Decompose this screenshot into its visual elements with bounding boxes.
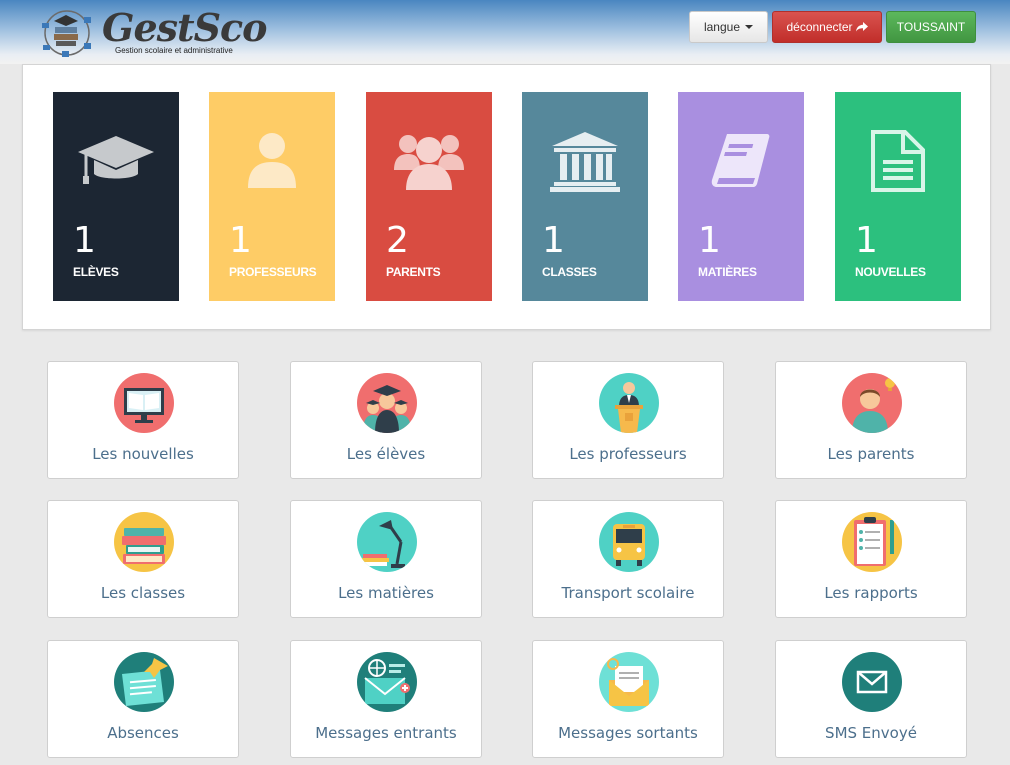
- stat-label: PARENTS: [386, 265, 441, 279]
- stat-card-classes[interactable]: 1 CLASSES: [522, 92, 648, 301]
- tile-label: Les professeurs: [569, 445, 687, 463]
- tile-label: Les élèves: [346, 445, 426, 463]
- monitor-news-icon: [114, 373, 174, 433]
- stat-label: NOUVELLES: [855, 265, 926, 279]
- tile-label: Messages sortants: [558, 724, 698, 742]
- school-bus-icon: [599, 512, 659, 572]
- desk-lamp-icon: [357, 512, 417, 572]
- tile-label: Les parents: [827, 445, 915, 463]
- outbox-mail-icon: [599, 652, 659, 712]
- institution-icon: [550, 132, 620, 192]
- logout-button[interactable]: déconnecter: [772, 11, 882, 43]
- tile-messages-sortants[interactable]: Messages sortants: [532, 640, 724, 758]
- tile-label: Messages entrants: [315, 724, 457, 742]
- logo-title: GestSco: [102, 5, 268, 50]
- user-icon: [248, 133, 296, 188]
- teacher-icon: [599, 373, 659, 433]
- logo-emblem-icon: [42, 10, 91, 57]
- caret-down-icon: [745, 25, 754, 29]
- stat-label: ELÈVES: [73, 265, 119, 279]
- tile-label: Les classes: [100, 584, 186, 602]
- logo-subtitle: Gestion scolaire et administrative: [115, 46, 233, 55]
- tile-label: Transport scolaire: [561, 584, 695, 602]
- tile-les-nouvelles[interactable]: Les nouvelles: [47, 361, 239, 479]
- tile-transport-scolaire[interactable]: Transport scolaire: [532, 500, 724, 618]
- stat-label: MATIÈRES: [698, 265, 757, 279]
- tile-label: Absences: [107, 724, 179, 742]
- tile-absences[interactable]: Absences: [47, 640, 239, 758]
- document-icon: [871, 130, 925, 192]
- tile-label: Les nouvelles: [92, 445, 194, 463]
- logout-label: déconnecter: [786, 20, 853, 34]
- language-dropdown-button[interactable]: langue: [689, 11, 768, 43]
- stat-card-parents[interactable]: 2 PARENTS: [366, 92, 492, 301]
- sms-envelope-icon: [842, 652, 902, 712]
- tile-label: SMS Envoyé: [825, 724, 917, 742]
- stat-value: 1: [698, 220, 721, 261]
- share-arrow-icon: [855, 22, 868, 32]
- inbox-mail-icon: [357, 652, 417, 712]
- clipboard-icon: [842, 512, 902, 572]
- tile-messages-entrants[interactable]: Messages entrants: [290, 640, 482, 758]
- book-icon: [711, 134, 770, 187]
- stat-value: 1: [855, 220, 878, 261]
- parent-icon: [842, 373, 902, 433]
- stat-value: 2: [386, 220, 409, 261]
- stat-card-professeurs[interactable]: 1 PROFESSEURS: [209, 92, 335, 301]
- tile-label: Les rapports: [824, 584, 918, 602]
- tile-les-matieres[interactable]: Les matières: [290, 500, 482, 618]
- stat-label: CLASSES: [542, 265, 597, 279]
- students-icon: [357, 373, 417, 433]
- stat-card-nouvelles[interactable]: 1 NOUVELLES: [835, 92, 961, 301]
- tile-les-eleves[interactable]: Les élèves: [290, 361, 482, 479]
- users-icon: [394, 135, 464, 190]
- graduation-cap-icon: [78, 136, 154, 184]
- books-icon: [114, 512, 174, 572]
- stat-value: 1: [73, 220, 96, 261]
- tile-les-professeurs[interactable]: Les professeurs: [532, 361, 724, 479]
- stat-card-eleves[interactable]: 1 ELÈVES: [53, 92, 179, 301]
- stat-label: PROFESSEURS: [229, 265, 317, 279]
- pinned-note-icon: [114, 652, 174, 712]
- stat-value: 1: [542, 220, 565, 261]
- tile-les-parents[interactable]: Les parents: [775, 361, 967, 479]
- top-header: GestSco Gestion scolaire et administrati…: [0, 0, 1010, 64]
- tile-sms-envoye[interactable]: SMS Envoyé: [775, 640, 967, 758]
- tile-les-rapports[interactable]: Les rapports: [775, 500, 967, 618]
- stats-panel: 1 ELÈVES 1 PROFESSEURS 2 PARENTS 1 CLASS…: [22, 64, 991, 330]
- language-label: langue: [703, 20, 741, 34]
- user-button[interactable]: TOUSSAINT: [886, 11, 976, 43]
- tile-les-classes[interactable]: Les classes: [47, 500, 239, 618]
- stat-value: 1: [229, 220, 252, 261]
- stat-card-matieres[interactable]: 1 MATIÈRES: [678, 92, 804, 301]
- app-logo[interactable]: GestSco Gestion scolaire et administrati…: [40, 5, 268, 63]
- tile-label: Les matières: [338, 584, 434, 602]
